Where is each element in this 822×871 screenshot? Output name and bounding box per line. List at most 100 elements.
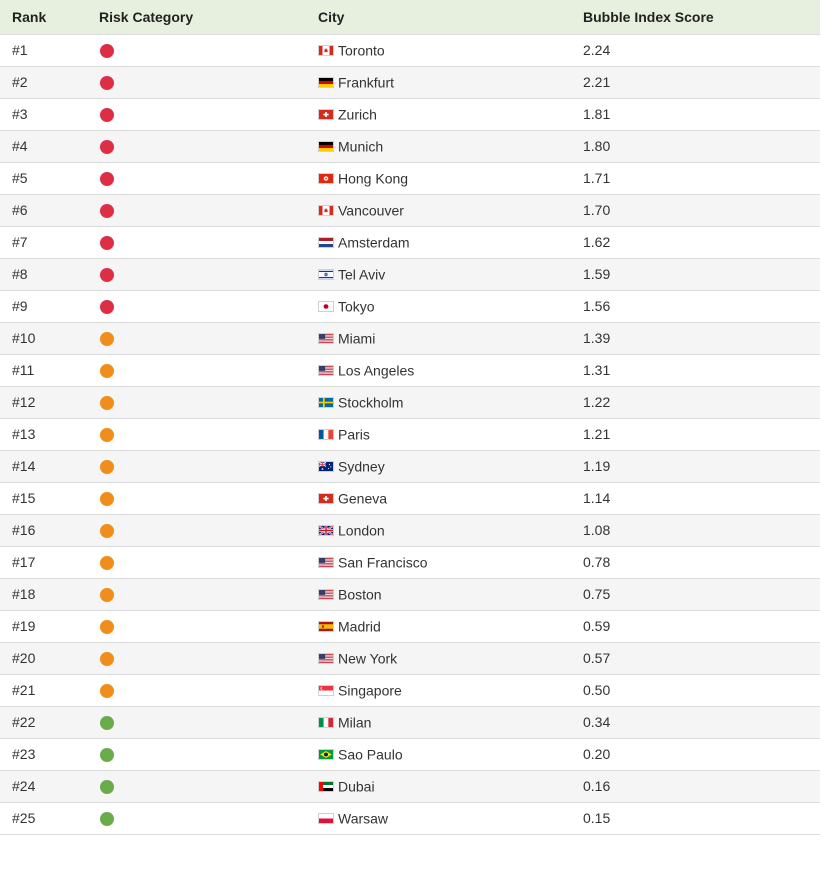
risk-category-cell [87, 738, 306, 770]
risk-indicator-icon [100, 620, 114, 635]
risk-category-cell [87, 546, 306, 578]
city-header[interactable]: City [306, 0, 571, 34]
city-name: Dubai [338, 778, 375, 795]
risk-category-cell [87, 802, 306, 834]
city-name: London [338, 522, 385, 539]
rank-cell: #13 [12, 426, 36, 442]
bubble-index-score-cell: 0.75 [583, 586, 611, 602]
city-cell: Los Angeles [306, 354, 571, 386]
brazil-flag-icon [318, 749, 334, 761]
rank-cell: #7 [12, 234, 28, 250]
city-cell: Boston [306, 578, 571, 610]
table-row: #20 New York 0.57 [0, 642, 820, 674]
table-row: #24 Dubai 0.16 [0, 770, 820, 802]
city-cell: Tokyo [306, 290, 571, 322]
poland-flag-icon [318, 813, 334, 825]
risk-category-cell [87, 674, 306, 706]
risk-indicator-icon [100, 716, 114, 731]
risk-category-cell [87, 482, 306, 514]
table-row: #13 Paris 1.21 [0, 418, 820, 450]
city-cell: Vancouver [306, 194, 571, 226]
risk-indicator-icon [100, 460, 114, 475]
rank-cell: #2 [12, 74, 28, 90]
city-cell: Tel Aviv [306, 258, 571, 290]
risk-category-cell [87, 226, 306, 258]
risk-indicator-icon [100, 204, 114, 219]
city-name: Singapore [338, 682, 402, 699]
risk-indicator-icon [100, 492, 114, 507]
risk-category-cell [87, 610, 306, 642]
city-cell: London [306, 514, 571, 546]
sweden-flag-icon [318, 397, 334, 409]
table-row: #22 Milan 0.34 [0, 706, 820, 738]
risk-indicator-icon [100, 236, 114, 251]
netherlands-flag-icon [318, 237, 334, 249]
canada-flag-icon [318, 45, 334, 57]
table-row: #19 Madrid 0.59 [0, 610, 820, 642]
rank-cell: #14 [12, 458, 36, 474]
city-cell: Sao Paulo [306, 738, 571, 770]
table-header: Rank Risk Category City Bubble Index Sco… [0, 0, 820, 34]
city-cell: Geneva [306, 482, 571, 514]
risk-category-cell [87, 258, 306, 290]
bubble-index-score-cell: 1.71 [583, 170, 611, 186]
bubble-index-score-cell: 2.21 [583, 74, 611, 90]
city-name: Vancouver [338, 202, 404, 219]
bubble-index-score-cell: 1.21 [583, 426, 611, 442]
bubble-index-score-cell: 0.78 [583, 554, 611, 570]
germany-flag-icon [318, 77, 334, 89]
risk-category-header[interactable]: Risk Category [87, 0, 306, 34]
bubble-index-score-cell: 0.15 [583, 810, 611, 826]
city-cell: Madrid [306, 610, 571, 642]
usa-flag-icon [318, 365, 334, 377]
rank-cell: #9 [12, 298, 28, 314]
table-row: #15 Geneva 1.14 [0, 482, 820, 514]
table-row: #6 Vancouver 1.70 [0, 194, 820, 226]
city-cell: New York [306, 642, 571, 674]
rank-cell: #22 [12, 714, 36, 730]
rank-cell: #18 [12, 586, 36, 602]
rank-cell: #17 [12, 554, 36, 570]
table-row: #1 Toronto 2.24 [0, 34, 820, 66]
city-cell: Zurich [306, 98, 571, 130]
city-cell: Singapore [306, 674, 571, 706]
risk-category-cell [87, 322, 306, 354]
city-cell: Amsterdam [306, 226, 571, 258]
rank-header[interactable]: Rank [0, 0, 87, 34]
city-cell: Miami [306, 322, 571, 354]
rank-cell: #16 [12, 522, 36, 538]
bubble-index-score-cell: 1.19 [583, 458, 611, 474]
risk-indicator-icon [100, 268, 114, 283]
risk-category-cell [87, 66, 306, 98]
bubble-index-score-cell: 1.31 [583, 362, 611, 378]
risk-category-cell [87, 418, 306, 450]
bubble-index-score-cell: 1.08 [583, 522, 611, 538]
risk-category-cell [87, 354, 306, 386]
city-name: Milan [338, 714, 372, 731]
bubble-index-score-cell: 1.70 [583, 202, 611, 218]
rank-cell: #1 [12, 42, 28, 58]
city-cell: Warsaw [306, 802, 571, 834]
risk-indicator-icon [100, 44, 114, 59]
risk-indicator-icon [100, 684, 114, 699]
risk-category-cell [87, 642, 306, 674]
germany-flag-icon [318, 141, 334, 153]
risk-indicator-icon [100, 524, 114, 539]
bubble-index-score-cell: 0.59 [583, 618, 611, 634]
rank-cell: #5 [12, 170, 28, 186]
italy-flag-icon [318, 717, 334, 729]
risk-indicator-icon [100, 812, 114, 827]
city-name: Stockholm [338, 394, 404, 411]
table-row: #2 Frankfurt 2.21 [0, 66, 820, 98]
risk-indicator-icon [100, 140, 114, 155]
city-name: Zurich [338, 106, 377, 123]
table-row: #4 Munich 1.80 [0, 130, 820, 162]
city-name: Toronto [338, 42, 385, 59]
bubble-index-score-header[interactable]: Bubble Index Score [571, 0, 820, 34]
table-row: #23 Sao Paulo 0.20 [0, 738, 820, 770]
city-name: Boston [338, 586, 382, 603]
risk-category-cell [87, 290, 306, 322]
city-cell: Dubai [306, 770, 571, 802]
table-row: #17 San Francisco 0.78 [0, 546, 820, 578]
risk-category-cell [87, 706, 306, 738]
